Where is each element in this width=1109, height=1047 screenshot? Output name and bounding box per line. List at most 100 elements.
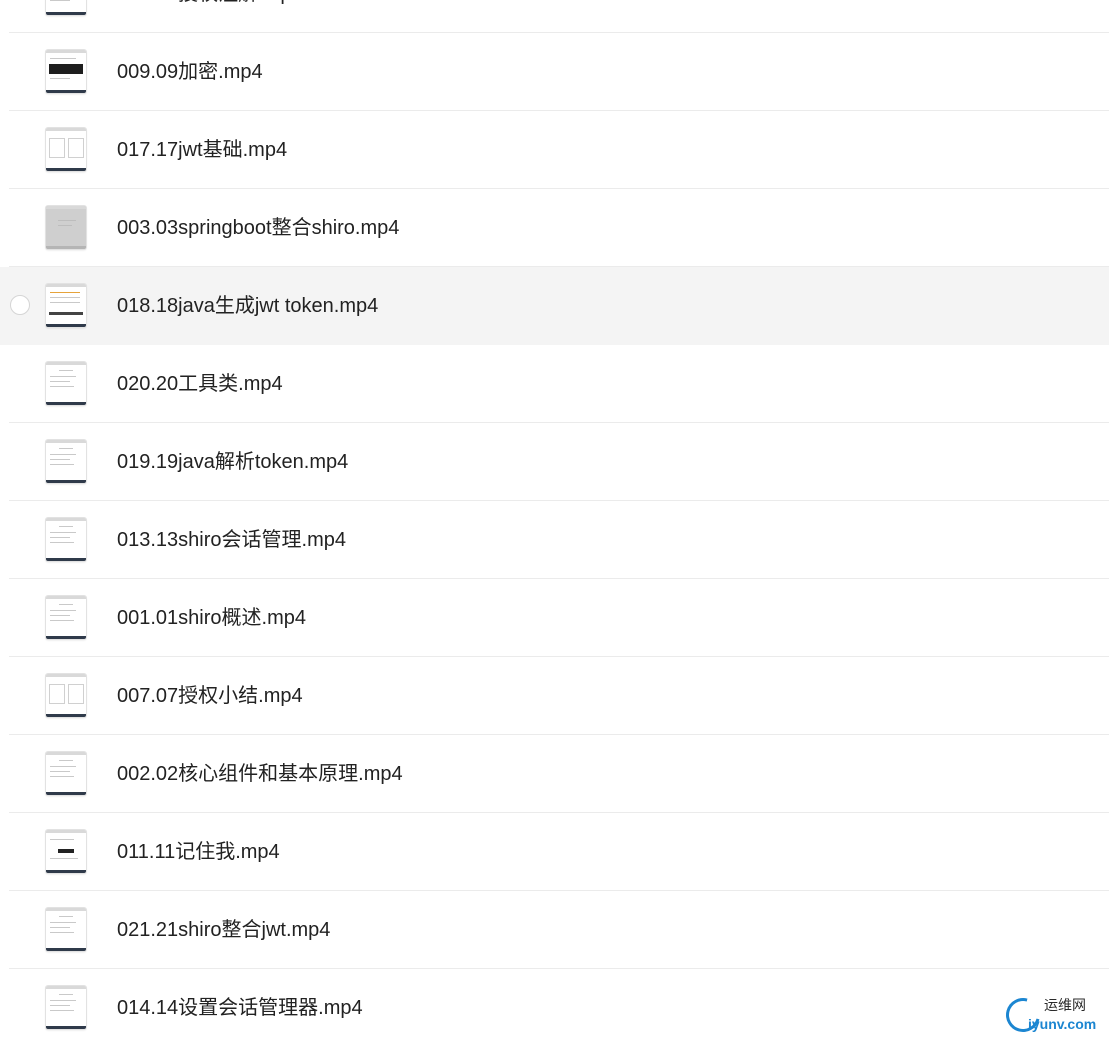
file-name[interactable]: 014.14设置会话管理器.mp4 <box>117 996 363 1020</box>
file-name[interactable]: 001.01shiro概述.mp4 <box>117 606 306 630</box>
thumbnail-detail <box>49 64 83 74</box>
thumbnail-detail <box>46 128 86 131</box>
thumbnail-detail <box>59 760 73 761</box>
thumbnail-detail <box>46 284 86 287</box>
file-row[interactable]: 018.18java生成jwt token.mp4 <box>0 267 1109 345</box>
file-row[interactable]: 009.09加密.mp4 <box>0 33 1109 111</box>
thumbnail-detail <box>50 932 74 933</box>
thumbnail-detail <box>58 849 74 853</box>
thumbnail-detail <box>46 986 86 989</box>
file-name[interactable]: 021.21shiro整合jwt.mp4 <box>117 918 330 942</box>
thumbnail-detail <box>50 386 74 387</box>
file-name[interactable]: 009.09加密.mp4 <box>117 60 263 84</box>
file-row[interactable]: 020.20工具类.mp4 <box>0 345 1109 423</box>
thumbnail-detail <box>68 138 84 158</box>
file-row[interactable]: 019.19java解析token.mp4 <box>0 423 1109 501</box>
video-thumbnail-icon[interactable] <box>46 986 86 1029</box>
file-name[interactable]: 020.20工具类.mp4 <box>117 372 283 396</box>
file-name[interactable]: 007.07授权小结.mp4 <box>117 684 303 708</box>
video-thumbnail-icon[interactable] <box>46 518 86 561</box>
thumbnail-detail <box>50 302 80 303</box>
video-thumbnail-icon[interactable] <box>46 440 86 483</box>
file-name[interactable]: 003.03springboot整合shiro.mp4 <box>117 216 399 240</box>
thumbnail-detail <box>50 1010 74 1011</box>
thumbnail-detail <box>50 454 76 455</box>
thumbnail-detail <box>46 596 86 599</box>
thumbnail-detail <box>59 448 73 449</box>
thumbnail-detail <box>59 370 73 371</box>
thumbnail-detail <box>50 297 80 298</box>
video-thumbnail-icon[interactable] <box>46 752 86 795</box>
file-row[interactable]: 007.07授权小结.mp4 <box>0 657 1109 735</box>
thumbnail-detail <box>50 381 70 382</box>
video-thumbnail-icon[interactable] <box>46 830 86 873</box>
watermark-title: 运维网 <box>1044 998 1086 1014</box>
thumbnail-detail <box>49 138 65 158</box>
file-row[interactable]: 001.01shiro概述.mp4 <box>0 579 1109 657</box>
thumbnail-detail <box>50 1000 76 1001</box>
select-checkbox[interactable] <box>10 295 30 315</box>
thumbnail-detail <box>46 324 86 327</box>
thumbnail-detail <box>50 292 80 293</box>
thumbnail-detail <box>46 90 86 93</box>
file-row[interactable]: 021.21shiro整合jwt.mp4 <box>0 891 1109 969</box>
thumbnail-detail <box>46 206 86 209</box>
file-row[interactable]: 014.14设置会话管理器.mp4 <box>0 969 1109 1047</box>
video-thumbnail-icon[interactable] <box>46 284 86 327</box>
file-name[interactable]: 019.19java解析token.mp4 <box>117 450 348 474</box>
thumbnail-detail <box>49 312 83 315</box>
watermark-logo: 运维网 iyunv.com <box>999 991 1108 1039</box>
thumbnail-detail <box>46 870 86 873</box>
thumbnail-detail <box>46 792 86 795</box>
thumbnail-detail <box>50 0 70 1</box>
thumbnail-detail <box>46 168 86 171</box>
thumbnail-detail <box>50 858 78 859</box>
thumbnail-detail <box>50 1005 70 1006</box>
file-row[interactable]: 017.17jwt基础.mp4 <box>0 111 1109 189</box>
thumbnail-detail <box>50 464 74 465</box>
thumbnail-detail <box>50 78 70 79</box>
thumbnail-detail <box>49 684 65 704</box>
thumbnail-detail <box>46 1026 86 1029</box>
file-name[interactable]: 011.11记住我.mp4 <box>117 840 280 864</box>
file-list: 008.08授权注解.mp4 009.09加密.mp4 017.17jwt基础.mp… <box>0 0 1109 1047</box>
thumbnail-detail <box>50 922 76 923</box>
file-row[interactable]: 002.02核心组件和基本原理.mp4 <box>0 735 1109 813</box>
watermark-url: iyunv.com <box>1028 1016 1097 1032</box>
video-thumbnail-icon[interactable] <box>46 0 86 15</box>
file-name[interactable]: 017.17jwt基础.mp4 <box>117 138 287 162</box>
file-row[interactable]: 011.11记住我.mp4 <box>0 813 1109 891</box>
thumbnail-detail <box>50 620 74 621</box>
file-row[interactable]: 003.03springboot整合shiro.mp4 <box>0 189 1109 267</box>
file-row[interactable]: 008.08授权注解.mp4 <box>0 0 1109 33</box>
video-thumbnail-icon[interactable] <box>46 908 86 951</box>
video-thumbnail-icon[interactable] <box>46 50 86 93</box>
file-name[interactable]: 008.08授权注解.mp4 <box>117 0 303 6</box>
file-name[interactable]: 018.18java生成jwt token.mp4 <box>117 294 378 318</box>
thumbnail-detail <box>46 714 86 717</box>
thumbnail-detail <box>50 776 74 777</box>
video-thumbnail-icon[interactable] <box>46 674 86 717</box>
thumbnail-detail <box>50 927 70 928</box>
file-row[interactable]: 013.13shiro会话管理.mp4 <box>0 501 1109 579</box>
thumbnail-detail <box>46 12 86 15</box>
thumbnail-detail <box>68 684 84 704</box>
thumbnail-detail <box>50 615 70 616</box>
video-thumbnail-icon[interactable] <box>46 596 86 639</box>
video-thumbnail-icon[interactable] <box>46 128 86 171</box>
file-name[interactable]: 013.13shiro会话管理.mp4 <box>117 528 346 552</box>
thumbnail-detail <box>50 766 76 767</box>
thumbnail-detail <box>58 225 72 226</box>
thumbnail-detail <box>59 526 73 527</box>
video-thumbnail-icon[interactable] <box>46 206 86 249</box>
thumbnail-detail <box>50 459 70 460</box>
thumbnail-detail <box>50 58 76 59</box>
thumbnail-detail <box>58 220 76 221</box>
file-name[interactable]: 002.02核心组件和基本原理.mp4 <box>117 762 403 786</box>
thumbnail-detail <box>46 948 86 951</box>
thumbnail-detail <box>50 771 70 772</box>
video-thumbnail-icon[interactable] <box>46 362 86 405</box>
thumbnail-detail <box>50 839 74 840</box>
thumbnail-detail <box>50 542 74 543</box>
thumbnail-detail <box>59 604 73 605</box>
